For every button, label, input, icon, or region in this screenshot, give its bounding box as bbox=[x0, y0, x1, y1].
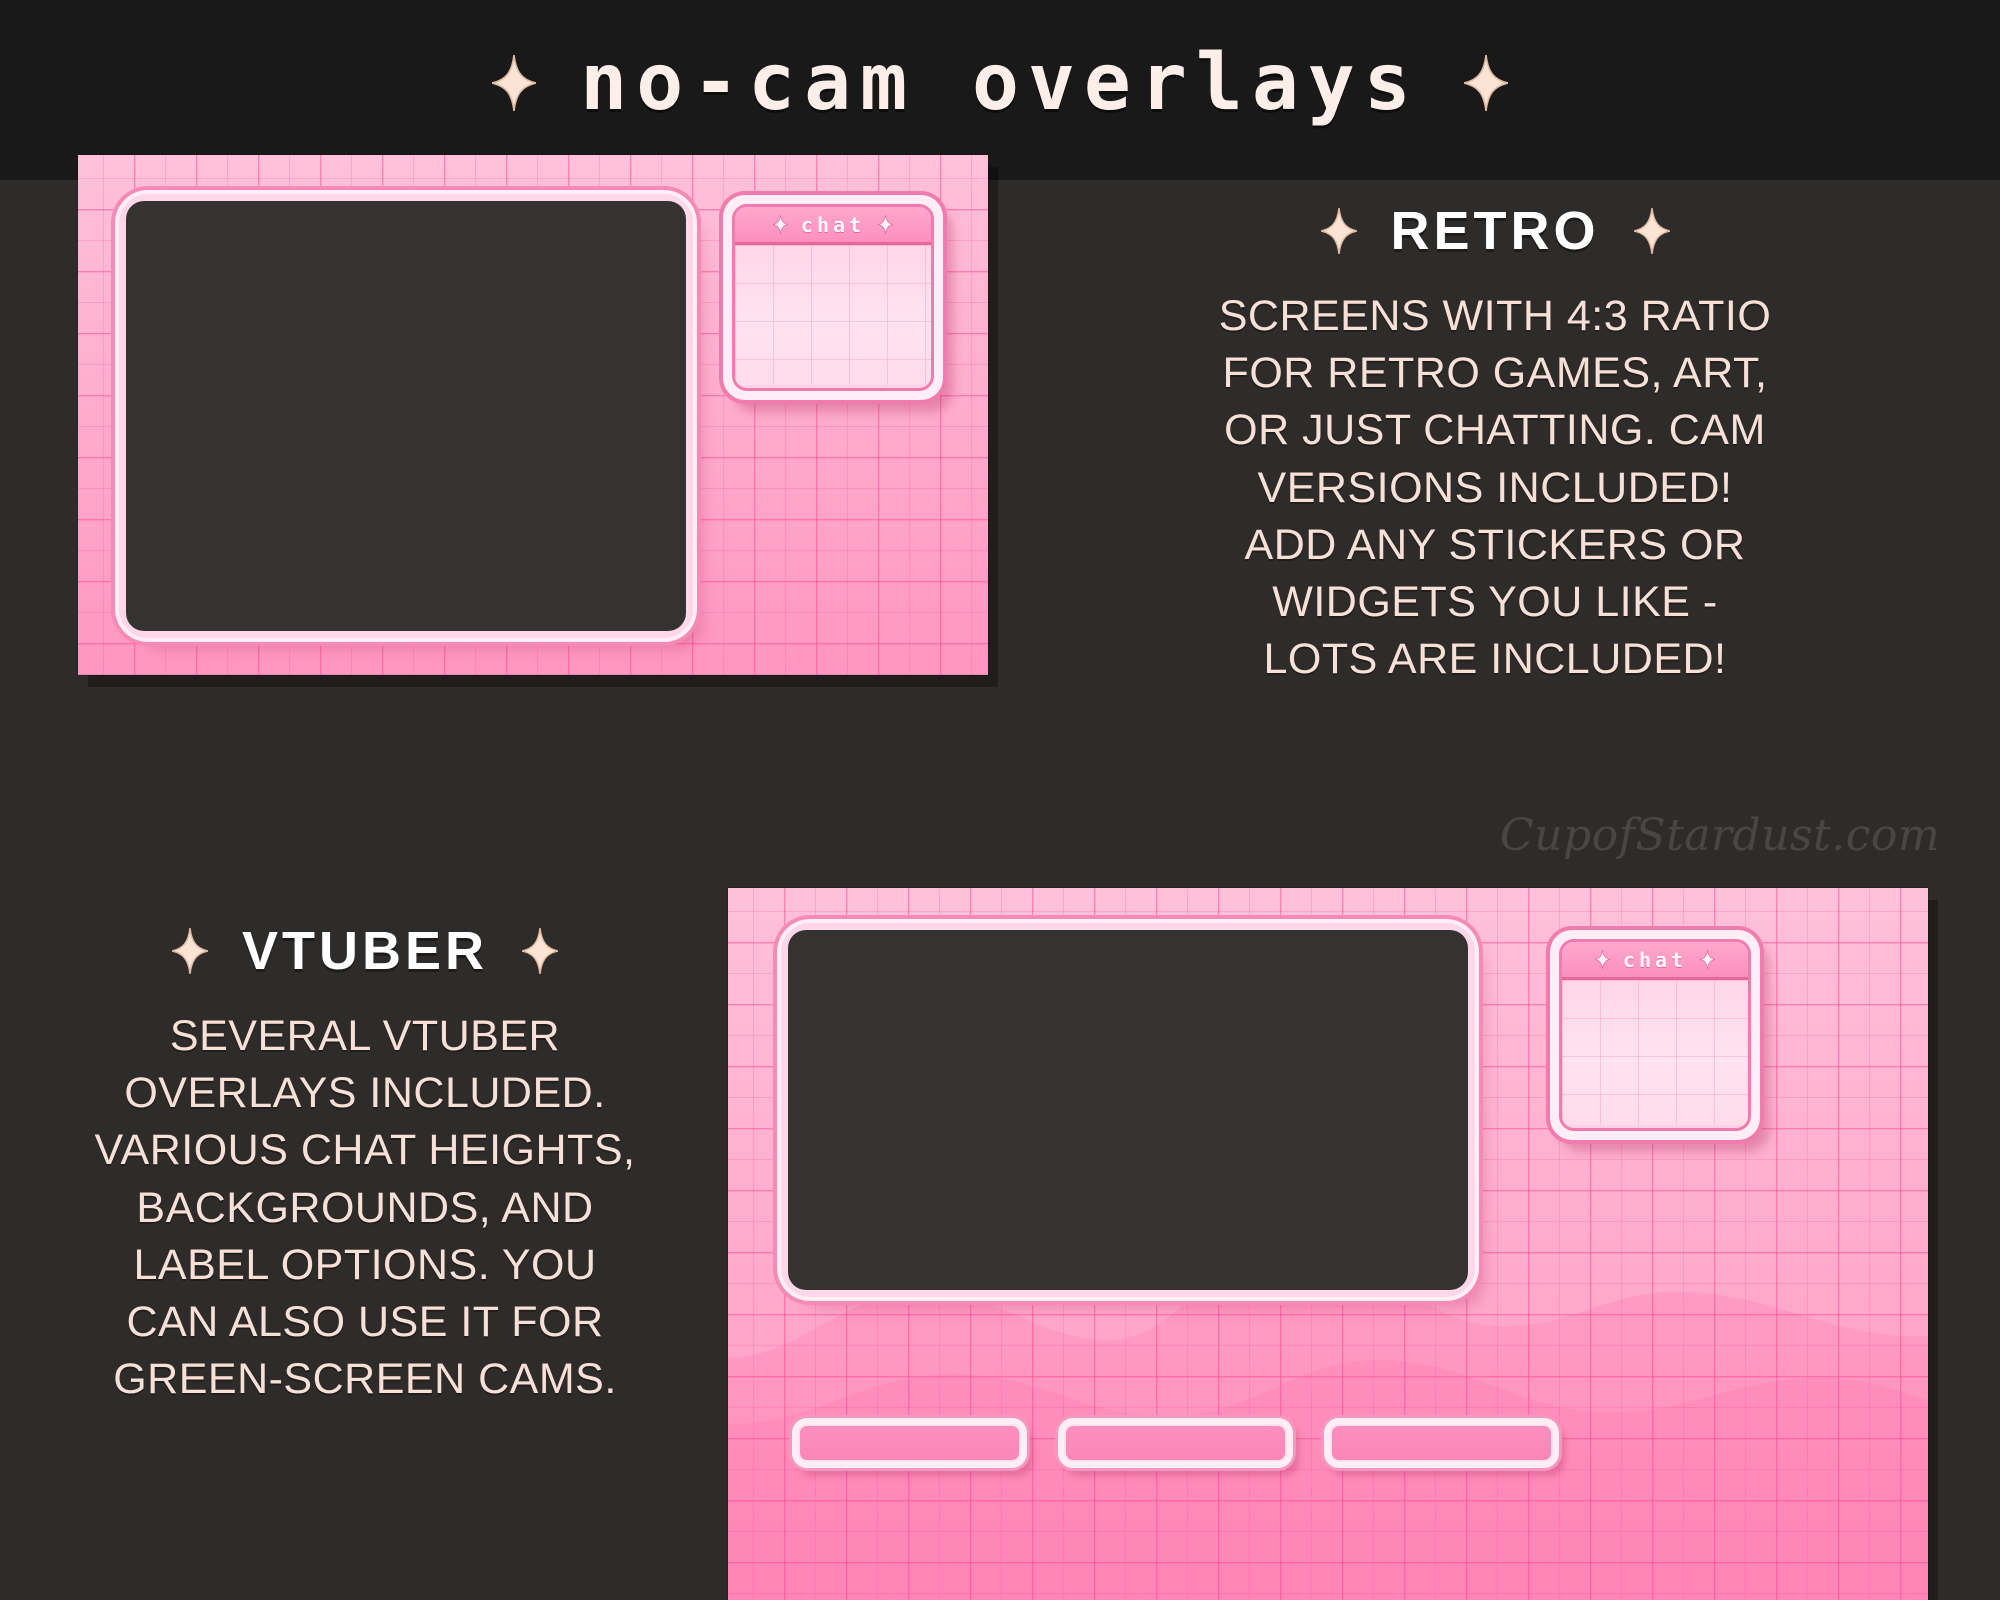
vtuber-line: VARIOUS CHAT HEIGHTS, bbox=[94, 1126, 636, 1175]
retro-chat-grid bbox=[735, 245, 931, 385]
retro-chat-widget[interactable]: chat bbox=[723, 195, 943, 400]
retro-info-block: RETRO SCREENS WITH 4:3 RATIO FOR RETRO G… bbox=[1000, 200, 1990, 688]
sparkle-icon bbox=[522, 928, 558, 974]
sparkle-icon bbox=[492, 55, 537, 111]
vtuber-label-bar-2[interactable] bbox=[1058, 1418, 1293, 1468]
sparkle-icon bbox=[1320, 208, 1357, 254]
retro-cam-screen[interactable] bbox=[126, 201, 686, 631]
vtuber-chat-grid bbox=[1562, 980, 1748, 1125]
retro-line: LOTS ARE INCLUDED! bbox=[1263, 635, 1727, 684]
sparkle-icon bbox=[171, 928, 208, 974]
vtuber-chat-title: chat bbox=[1622, 947, 1688, 972]
retro-line: ADD ANY STICKERS OR bbox=[1244, 520, 1746, 569]
vtuber-chat-widget[interactable]: chat bbox=[1550, 930, 1760, 1140]
sparkle-icon bbox=[1594, 950, 1610, 969]
vtuber-screen-inner bbox=[788, 930, 1468, 1290]
retro-chat-title: chat bbox=[800, 212, 866, 237]
retro-description: SCREENS WITH 4:3 RATIO FOR RETRO GAMES, … bbox=[1000, 288, 1990, 688]
vtuber-heading-row: VTUBER bbox=[20, 920, 710, 982]
sparkle-icon bbox=[1463, 55, 1508, 111]
vtuber-line: SEVERAL VTUBER bbox=[169, 1012, 561, 1060]
retro-heading-row: RETRO bbox=[1000, 200, 1990, 262]
sparkle-icon bbox=[772, 215, 788, 234]
retro-screen-inner bbox=[126, 201, 686, 631]
vtuber-line: OVERLAYS INCLUDED. bbox=[124, 1069, 606, 1118]
vtuber-label-bar-3[interactable] bbox=[1324, 1418, 1559, 1468]
retro-line: OR JUST CHATTING. CAM bbox=[1224, 406, 1766, 455]
sparkle-icon bbox=[878, 215, 894, 234]
retro-line: FOR RETRO GAMES, ART, bbox=[1222, 349, 1768, 398]
vtuber-line: LABEL OPTIONS. YOU bbox=[133, 1240, 597, 1289]
vtuber-cam-screen[interactable] bbox=[788, 930, 1468, 1290]
vtuber-line: BACKGROUNDS, AND bbox=[136, 1183, 594, 1232]
retro-line: VERSIONS INCLUDED! bbox=[1257, 463, 1733, 512]
vtuber-heading: VTUBER bbox=[241, 921, 488, 981]
retro-line: WIDGETS YOU LIKE - bbox=[1272, 577, 1718, 626]
retro-line: SCREENS WITH 4:3 RATIO bbox=[1218, 292, 1772, 340]
watermark: CupofStardust.com bbox=[1500, 810, 1941, 861]
vtuber-label-bar-2-inner bbox=[1064, 1424, 1287, 1462]
retro-heading: RETRO bbox=[1390, 201, 1600, 261]
vtuber-label-bar-1[interactable] bbox=[792, 1418, 1027, 1468]
vtuber-label-bar-1-inner bbox=[798, 1424, 1021, 1462]
poster-canvas: no-cam overlays chat RETRO SCREENS WITH … bbox=[0, 0, 2000, 1600]
vtuber-line: CAN ALSO USE IT FOR bbox=[126, 1297, 604, 1346]
vtuber-chat-frame: chat bbox=[1559, 939, 1751, 1131]
retro-chat-body bbox=[735, 245, 931, 385]
vtuber-overlay-preview[interactable]: chat bbox=[728, 888, 1928, 1600]
vtuber-chat-body bbox=[1562, 980, 1748, 1125]
page-title: no-cam overlays bbox=[580, 38, 1420, 128]
vtuber-chat-header: chat bbox=[1562, 942, 1748, 980]
retro-chat-frame: chat bbox=[732, 204, 934, 391]
vtuber-info-block: VTUBER SEVERAL VTUBER OVERLAYS INCLUDED.… bbox=[20, 920, 710, 1408]
sparkle-icon bbox=[1633, 208, 1670, 254]
retro-overlay-preview[interactable]: chat bbox=[78, 155, 988, 675]
vtuber-description: SEVERAL VTUBER OVERLAYS INCLUDED. VARIOU… bbox=[20, 1008, 710, 1408]
page-title-row: no-cam overlays bbox=[0, 38, 2000, 128]
vtuber-label-bar-3-inner bbox=[1330, 1424, 1553, 1462]
vtuber-line: GREEN-SCREEN CAMS. bbox=[113, 1355, 617, 1404]
sparkle-icon bbox=[1700, 950, 1716, 969]
retro-chat-header: chat bbox=[735, 207, 931, 245]
